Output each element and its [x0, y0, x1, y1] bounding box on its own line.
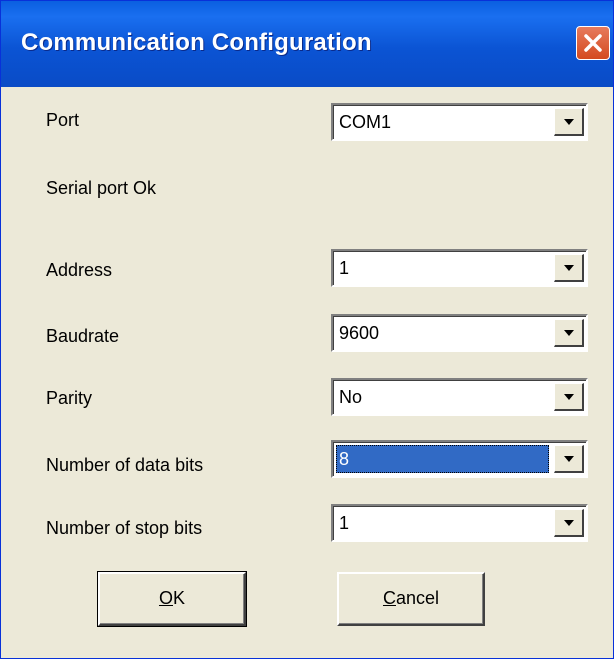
serial-port-status: Serial port Ok — [46, 178, 157, 198]
address-dropdown-button[interactable] — [554, 254, 584, 282]
stop-bits-value: 1 — [339, 513, 350, 533]
data-bits-select[interactable]: 8 — [331, 440, 588, 478]
parity-value: No — [339, 387, 363, 407]
stop-bits-dropdown-button[interactable] — [554, 509, 584, 537]
ok-label: K — [173, 588, 186, 608]
data-bits-dropdown-button[interactable] — [554, 445, 584, 473]
parity-label: Parity — [46, 388, 93, 408]
close-icon — [584, 34, 602, 52]
chevron-down-icon — [564, 265, 574, 271]
chevron-down-icon — [564, 520, 574, 526]
port-value: COM1 — [339, 112, 392, 132]
window-title: Communication Configuration — [21, 29, 372, 56]
baudrate-select[interactable]: 9600 — [331, 314, 588, 352]
ok-button[interactable]: OK — [97, 571, 247, 627]
address-select[interactable]: 1 — [331, 249, 588, 287]
baudrate-dropdown-button[interactable] — [554, 319, 584, 347]
data-bits-value: 8 — [336, 445, 549, 473]
title-bar[interactable]: Communication Configuration — [1, 1, 613, 87]
chevron-down-icon — [564, 456, 574, 462]
stop-bits-label: Number of stop bits — [46, 518, 203, 538]
cancel-label: ancel — [395, 588, 440, 608]
port-dropdown-button[interactable] — [554, 108, 584, 136]
parity-select[interactable]: No — [331, 378, 588, 416]
stop-bits-select[interactable]: 1 — [331, 504, 588, 542]
cancel-accelerator: C — [382, 588, 396, 608]
cancel-button[interactable]: Cancel — [337, 572, 485, 626]
baudrate-value: 9600 — [339, 323, 380, 343]
close-button[interactable] — [576, 26, 610, 60]
port-label: Port — [46, 110, 80, 130]
chevron-down-icon — [564, 394, 574, 400]
chevron-down-icon — [564, 330, 574, 336]
address-value: 1 — [339, 258, 350, 278]
chevron-down-icon — [564, 119, 574, 125]
communication-configuration-dialog: Communication Configuration Port COM1 Se… — [0, 0, 614, 659]
baudrate-label: Baudrate — [46, 326, 120, 346]
port-select[interactable]: COM1 — [331, 103, 588, 141]
address-label: Address — [46, 260, 113, 280]
data-bits-label: Number of data bits — [46, 455, 204, 475]
parity-dropdown-button[interactable] — [554, 383, 584, 411]
ok-accelerator: O — [158, 588, 173, 608]
